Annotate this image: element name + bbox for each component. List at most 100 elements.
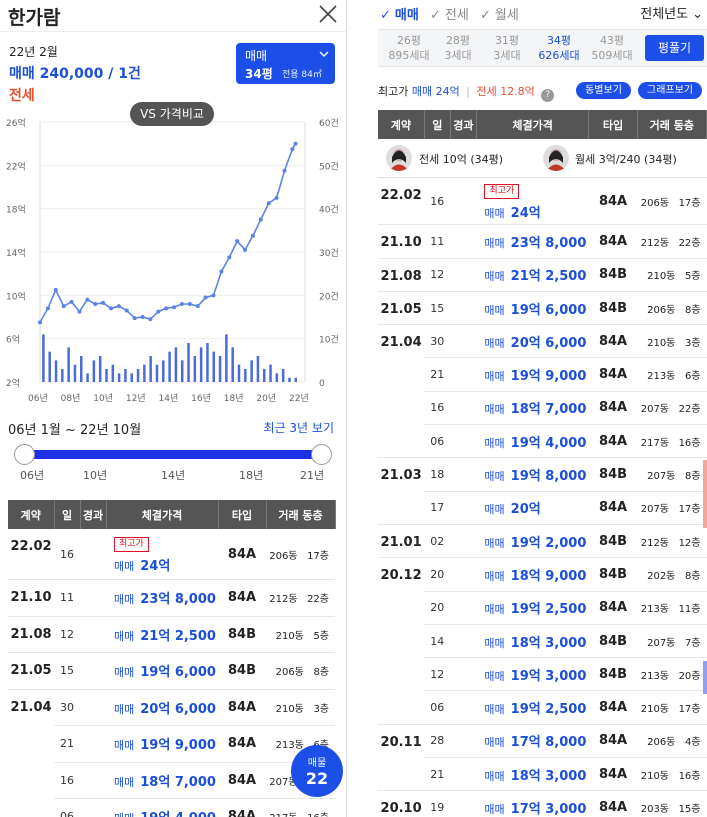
unit-type: 84A <box>588 790 638 817</box>
y-left-tick: 14억 <box>6 247 26 259</box>
trade-amount: 23억 8,000 <box>510 235 587 251</box>
left-panel: 한가람 22년 2월 매매 240,000 / 1건 전세 매매 34평 전용 … <box>0 0 347 817</box>
trade-amount: 20억 6,000 <box>140 701 216 717</box>
volume-bar <box>67 347 70 382</box>
table-row[interactable]: 12 매매 19억 3,000 84B 213동 20층 <box>378 657 707 692</box>
dong-floor: 210동 3층 <box>266 689 335 726</box>
x-tick: 22년 <box>289 393 309 404</box>
trade-kind: 매매 <box>484 603 505 617</box>
price-point <box>61 304 66 309</box>
table-row[interactable]: 21.10 11 매매 23억 8,000 84A 212동 22층 <box>8 579 335 617</box>
year-select[interactable]: 전체년도 ⌄ <box>640 3 703 22</box>
table-row[interactable]: 21.05 15 매매 19억 6,000 84B 206동 8층 <box>8 652 335 690</box>
dong-view-button[interactable]: 동별보기 <box>576 82 631 99</box>
slider-tick: 21년 <box>300 469 325 482</box>
tab-sale[interactable]: ✓ 매매 <box>380 4 419 23</box>
recent-3y-link[interactable]: 최근 3년 보기 <box>264 419 334 436</box>
listing-count-button[interactable]: 매물 22 <box>291 745 343 797</box>
trade-price: 매매 17억 8,000 <box>476 724 589 759</box>
table-row[interactable]: 21.05 15 매매 19억 6,000 84B 206동 8층 <box>378 291 707 326</box>
trade-amount: 24억 <box>140 558 171 574</box>
y-left-tick: 2억 <box>6 377 20 389</box>
table-row[interactable]: 20 매매 19억 2,500 84A 213동 11층 <box>378 591 707 625</box>
slider-tick: 10년 <box>83 469 108 482</box>
trade-amount: 19억 2,500 <box>510 702 587 718</box>
table-row[interactable]: 21매매19억 9,00084A213동 6층 <box>8 725 335 763</box>
volume-bar <box>250 360 253 382</box>
graph-view-button[interactable]: 그래프보기 <box>638 82 702 99</box>
tab-wolse[interactable]: ✓ 월세 <box>480 4 519 23</box>
trade-amount: 19억 6,000 <box>510 302 587 318</box>
table-row[interactable]: 16매매18억 7,00084A207동 22층 <box>378 391 707 426</box>
contract-day: 20 <box>424 557 451 592</box>
trade-price: 매매 18억 3,000 <box>476 757 589 792</box>
area-tab-28[interactable]: 28평 3세대 <box>435 33 481 63</box>
table-row[interactable]: 16매매18억 7,00084A207동 22층 <box>8 762 335 799</box>
area-tab-43[interactable]: 43평 509세대 <box>589 33 635 63</box>
x-tick: 06년 <box>28 393 48 404</box>
table-row[interactable]: 06 매매 19억 4,00084A217동 16층 <box>378 424 707 459</box>
type-selector-area: 전용 84㎡ <box>282 70 322 80</box>
highest-badge: 최고가 <box>484 183 520 199</box>
area-tab-31[interactable]: 31평 3세대 <box>484 33 530 63</box>
tab-jeonse[interactable]: ✓ 전세 <box>430 4 469 23</box>
floor: 22층 <box>307 594 329 606</box>
trade-amount: 18억 7,000 <box>140 774 216 790</box>
trade-kind: 매매 <box>114 702 135 716</box>
table-row[interactable]: 21.10 11 매매 23억 8,000 84A 212동 22층 <box>378 224 707 259</box>
trade-price: 매매 19억 3,000 <box>476 657 589 692</box>
trade-kind: 매매 <box>484 303 505 317</box>
table-header-row: 계약 일 경과 체결가격 타입 거래 동층 <box>8 500 336 529</box>
trade-kind: 매매 <box>114 559 135 573</box>
pyeong-expand-button[interactable]: 평풀기 <box>645 35 704 61</box>
table-row[interactable]: 22.02 16 최고가 매매 24억 84A 206동 17층 <box>378 177 707 226</box>
table-row[interactable]: 21.04 30 매매 20억 6,000 84A 210동 3층 <box>8 689 335 726</box>
column-header: 타입 <box>218 500 267 529</box>
table-row[interactable]: 21.03 18 매매 19억 8,000 84B 207동 8층 <box>378 457 707 492</box>
trade-kind: 매매 <box>484 436 505 450</box>
table-row[interactable]: 20.11 28 매매 17억 8,000 84A 206동 4층 <box>378 724 707 759</box>
table-row[interactable]: 20.10 19 매매 17억 3,000 84A 203동 15층 <box>378 790 707 817</box>
table-row[interactable]: 06 매매 19억 4,00084A217동 16층 <box>8 798 335 817</box>
trade-amount: 19억 4,000 <box>140 811 216 817</box>
price-point <box>77 309 82 314</box>
dong-floor: 210동 17층 <box>637 690 707 725</box>
help-icon[interactable]: ? <box>541 89 555 102</box>
dong: 210동 <box>640 770 670 782</box>
area-tab-34[interactable]: 34평 626세대 <box>536 33 582 63</box>
y-right-tick: 0 <box>319 379 325 389</box>
table-row[interactable]: 17 매매 20억 84A 207동 17층 <box>378 491 707 525</box>
type-selector[interactable]: 매매 34평 전용 84㎡ <box>236 43 335 84</box>
area-tab-26[interactable]: 26평 895세대 <box>386 33 432 63</box>
table-row[interactable]: 14 매매 18억 3,000 84B 207동 7층 <box>378 624 707 659</box>
close-icon[interactable] <box>316 2 340 26</box>
slider-start-handle[interactable] <box>14 444 35 465</box>
volume-bar <box>256 356 260 382</box>
trade-kind: 매매 <box>114 775 135 789</box>
contract-day: 15 <box>54 652 80 690</box>
table-row[interactable]: 21 매매 18억 3,000 84A 210동 16층 <box>378 757 707 792</box>
table-row[interactable]: 06 매매 19억 2,500 84A 210동 17층 <box>378 690 707 725</box>
price-point <box>187 302 192 306</box>
contract-day: 16 <box>54 762 80 799</box>
vs-compare-button[interactable]: VS 가격비교 <box>130 102 214 126</box>
area-py: 31평 <box>494 34 520 47</box>
table-row[interactable]: 21.08 12 매매 21억 2,500 84B 210동 5층 <box>378 258 707 292</box>
contract-month <box>378 491 425 525</box>
table-row[interactable]: 21.08 12 매매 21억 2,500 84B 210동 5층 <box>8 616 335 653</box>
table-row[interactable]: 20.12 20 매매 18억 9,000 84B 202동 8층 <box>378 557 707 592</box>
period-slider-track[interactable] <box>24 450 322 459</box>
elapsed-cell <box>80 529 106 580</box>
table-row[interactable]: 21매매19억 9,00084A213동 6층 <box>378 357 707 392</box>
table-row[interactable]: 21.01 02 매매 19억 2,000 84B 212동 12층 <box>378 524 707 559</box>
contract-month <box>378 690 425 725</box>
table-row[interactable]: 22.02 16 최고가 매매 24억 84A 206동 17층 <box>8 529 335 580</box>
slider-end-handle[interactable] <box>311 444 332 465</box>
y-left-tick: 18억 <box>6 204 26 216</box>
dong: 212동 <box>269 594 298 606</box>
price-point <box>164 306 169 311</box>
area-tabs: 26평 895세대 28평 3세대 31평 3세대 34평 626세대 43평 509세대… <box>378 29 707 67</box>
volume-bar <box>98 356 102 382</box>
contract-month: 21.01 <box>378 524 425 559</box>
table-row[interactable]: 21.04 30 매매 20억 6,000 84A 210동 3층 <box>378 324 707 359</box>
